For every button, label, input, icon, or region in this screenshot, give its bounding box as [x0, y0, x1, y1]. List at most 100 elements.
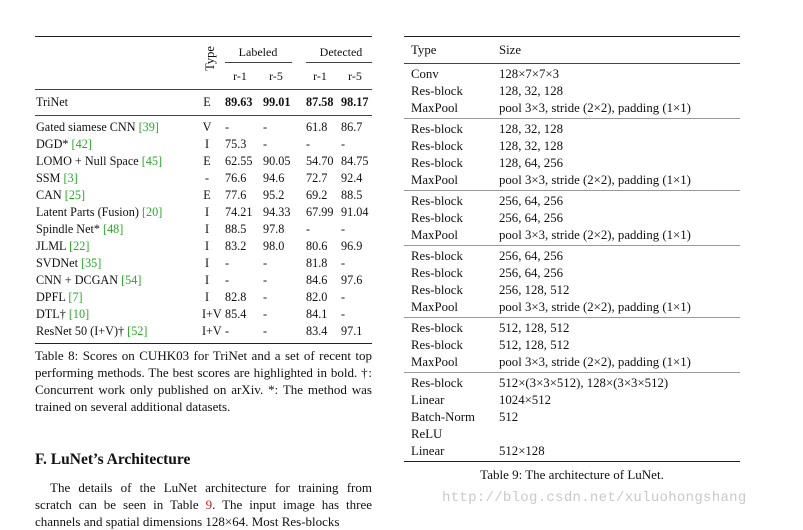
layer-type-cell: Res-block: [411, 321, 463, 335]
detected-r5-cell: -: [341, 290, 346, 304]
table-row: Latent Parts (Fusion) [20] I 74.21 94.33 67.…: [35, 204, 372, 221]
table-row: CNN + DCGAN [54] I - - 84.6 97.6: [35, 272, 372, 289]
labeled-r1-cell: -: [225, 324, 230, 338]
citation-link[interactable]: [10]: [69, 307, 89, 321]
table-row: Res-block 128, 64, 256: [404, 155, 740, 172]
layer-type-cell: MaxPool: [411, 355, 458, 369]
table-row: ResNet 50 (I+V)† [52] I+V - -83.4 97.1: [35, 323, 372, 340]
citation-link[interactable]: [22]: [69, 239, 89, 253]
detected-r1-cell: -: [306, 222, 311, 236]
citation-link[interactable]: [25]: [65, 188, 85, 202]
method-name: CAN [25]: [36, 187, 85, 204]
labeled-r5-cell: -: [263, 273, 268, 287]
table-9: Type Size Conv 128×7×7×3 Res-block 128, 32,…: [404, 36, 740, 462]
layer-size-cell: 1024×512: [499, 393, 552, 407]
table-row: SSM [3] - 76.6 94.6 72.7 92.4: [35, 170, 372, 187]
table-8-caption: Table 8: Scores on CUHK03 for TriNet and…: [35, 348, 372, 414]
size-column-header: Size: [499, 43, 522, 57]
citation-link[interactable]: [45]: [142, 154, 162, 168]
layer-size-cell: 128, 64, 256: [499, 156, 563, 170]
labeled-r1-cell: 88.5: [225, 222, 247, 236]
detected-r5-cell: 96.9: [341, 239, 363, 253]
labeled-r5-cell: -: [263, 120, 268, 134]
detected-r1-cell: 80.6: [306, 239, 328, 253]
layer-group: Res-block 512×(3×3×512), 128×(3×3×512) Lin…: [404, 373, 740, 462]
detected-r1-cell: 84.6: [306, 273, 328, 287]
table-row: Res-block 128, 32, 128: [404, 83, 740, 100]
layer-size-cell: 128, 32, 128: [499, 139, 563, 153]
layer-type-cell: Conv: [411, 67, 439, 81]
type-cell: I+V: [202, 307, 222, 321]
citation-link[interactable]: [7]: [68, 290, 82, 304]
detected-r1-cell: 81.8: [306, 256, 328, 270]
method-label: Latent Parts (Fusion): [36, 205, 142, 219]
detected-group-rule: [306, 62, 372, 63]
detected-r1-cell: 82.0: [306, 290, 328, 304]
citation-link[interactable]: [42]: [72, 137, 92, 151]
table-row: Res-block 256, 128, 512: [404, 282, 740, 299]
detected-r5-cell: 92.4: [341, 171, 363, 185]
labeled-r5-cell: 97.8: [263, 222, 285, 236]
table-row-trinet: TriNet E 89.63 99.01 87.58 98.17: [35, 94, 372, 111]
table-row: ReLU: [404, 426, 740, 443]
type-column-header: Type: [411, 43, 437, 57]
table-row: Conv 128×7×7×3: [404, 66, 740, 83]
layer-type-cell: MaxPool: [411, 228, 458, 242]
layer-type-cell: Res-block: [411, 283, 463, 297]
method-label: LOMO + Null Space: [36, 154, 142, 168]
method-label: JLML: [36, 239, 70, 253]
labeled-r1-cell: -: [225, 256, 230, 270]
citation-link[interactable]: [52]: [127, 324, 147, 338]
labeled-r5-cell: 94.6: [263, 171, 285, 185]
layer-size-cell: 256, 64, 256: [499, 194, 563, 208]
layer-size-cell: pool 3×3, stride (2×2), padding (1×1): [499, 173, 691, 187]
labeled-r1-cell: 83.2: [225, 239, 247, 253]
table-row: Res-block 512, 128, 512: [404, 337, 740, 354]
labeled-r1-cell: 76.6: [225, 171, 247, 185]
method-name: CNN + DCGAN [54]: [36, 272, 141, 289]
method-label: DGD*: [36, 137, 72, 151]
labeled-r5-header: r-5: [269, 69, 283, 83]
layer-type-cell: Res-block: [411, 156, 463, 170]
layer-type-cell: Res-block: [411, 266, 463, 280]
citation-link[interactable]: [20]: [142, 205, 162, 219]
table-row: Linear 512×128: [404, 443, 740, 460]
detected-r1-header: r-1: [313, 69, 327, 83]
method-name: LOMO + Null Space [45]: [36, 153, 162, 170]
detected-r5-cell: 91.04: [341, 205, 369, 219]
labeled-r1-cell: 89.63: [225, 95, 253, 109]
detected-r1-cell: -: [306, 137, 311, 151]
method-name: DTL† [10]: [36, 306, 89, 323]
layer-type-cell: Batch-Norm: [411, 410, 475, 424]
table-row: Res-block 256, 64, 256: [404, 210, 740, 227]
type-cell: I: [204, 290, 210, 304]
method-label: DPFL: [36, 290, 69, 304]
labeled-r5-cell: 98.0: [263, 239, 285, 253]
labeled-r5-cell: -: [263, 137, 268, 151]
table-8-bottom-rule: [35, 343, 372, 344]
method-label: CNN + DCGAN: [36, 273, 122, 287]
table-row: Batch-Norm 512: [404, 409, 740, 426]
method-name: DGD* [42]: [36, 136, 92, 153]
layer-group: Res-block 256, 64, 256 Res-block 256, 64, 2…: [404, 246, 740, 318]
citation-link[interactable]: [54]: [121, 273, 141, 287]
layer-size-cell: 256, 64, 256: [499, 249, 563, 263]
table-9-caption: Table 9: The architecture of LuNet.: [480, 467, 664, 482]
detected-r5-cell: 97.6: [341, 273, 363, 287]
citation-link[interactable]: [48]: [103, 222, 123, 236]
layer-group: Conv 128×7×7×3 Res-block 128, 32, 128 MaxPoo…: [404, 64, 740, 119]
detected-r5-cell: 97.1: [341, 324, 363, 338]
left-column: Type Labeled Detected r-1 r-5 r-1 r-5 Tr…: [35, 36, 372, 530]
citation-link[interactable]: [39]: [139, 120, 159, 134]
layer-group: Res-block 256, 64, 256 Res-block 256, 64, 2…: [404, 191, 740, 246]
citation-link[interactable]: [3]: [63, 171, 77, 185]
table-row: MaxPool pool 3×3, stride (2×2), padding (…: [404, 299, 740, 316]
type-cell: I: [204, 222, 210, 236]
detected-r5-cell: -: [341, 256, 346, 270]
labeled-r1-cell: 75.3: [225, 137, 247, 151]
labeled-group-header: Labeled: [238, 45, 278, 59]
detected-r1-cell: 83.4: [306, 324, 328, 338]
method-name: SSM [3]: [36, 170, 78, 187]
layer-type-cell: MaxPool: [411, 300, 458, 314]
citation-link[interactable]: [35]: [81, 256, 101, 270]
